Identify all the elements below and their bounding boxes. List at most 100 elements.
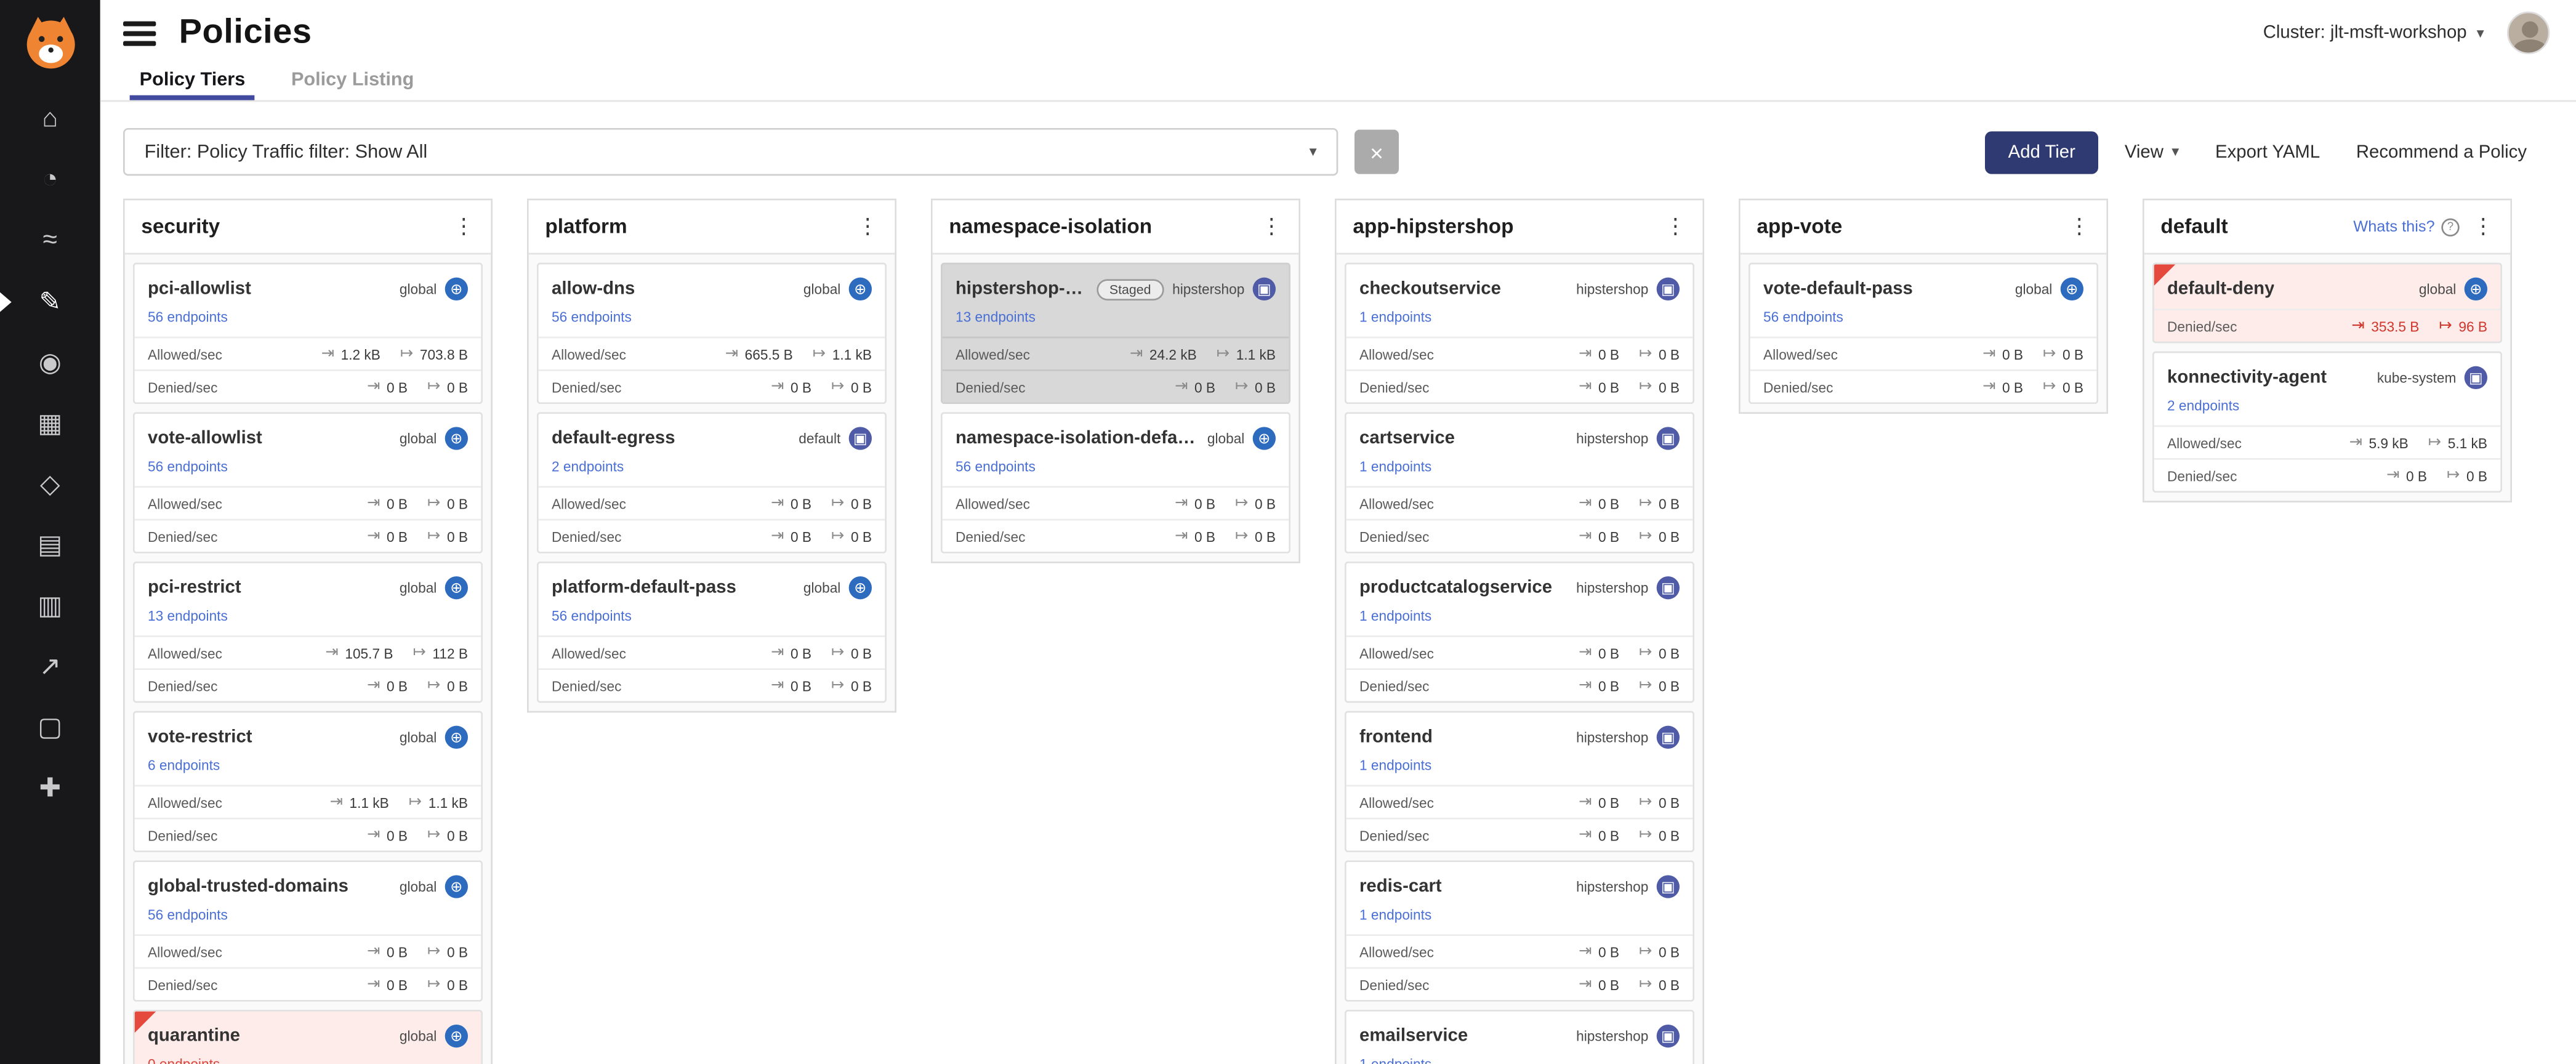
endpoints-link[interactable]: 56 endpoints (1750, 308, 1857, 336)
metric-row-allowed-sec: Allowed/sec⇥1.2 kB↦703.8 B (135, 337, 481, 369)
whats-this-link[interactable]: Whats this?? (2353, 217, 2459, 235)
policy-card-checkoutservice[interactable]: checkoutservicehipstershop▣1 endpointsAl… (1345, 263, 1694, 404)
add-tier-button[interactable]: Add Tier (1985, 131, 2098, 173)
sidebar-item-trends[interactable]: ↗ (0, 635, 100, 696)
policy-card-vote-restrict[interactable]: vote-restrictglobal⊕6 endpointsAllowed/s… (133, 711, 483, 852)
endpoints-link[interactable]: 56 endpoints (135, 308, 241, 336)
egress-value: 0 B (447, 976, 468, 993)
app-logo[interactable] (20, 13, 79, 72)
policy-name: namespace-isolation-default-p... (956, 429, 1201, 448)
sidebar-item-storage[interactable]: ▢ (0, 696, 100, 757)
metric-row-allowed-sec: Allowed/sec⇥0 B↦0 B (1346, 337, 1693, 369)
policy-card-quarantine[interactable]: quarantineglobal⊕0 endpoints (133, 1010, 483, 1064)
metric-row-allowed-sec: Allowed/sec⇥1.1 kB↦1.1 kB (135, 785, 481, 818)
sidebar-item-service-graph[interactable]: ◉ (0, 332, 100, 393)
recommend-policy-button[interactable]: Recommend a Policy (2346, 132, 2537, 172)
namespace-scope-icon: ▣ (1657, 875, 1680, 898)
menu-icon[interactable] (123, 20, 156, 45)
policy-card-productcatalogservice[interactable]: productcatalogservicehipstershop▣1 endpo… (1345, 562, 1694, 703)
policy-card-vote-allowlist[interactable]: vote-allowlistglobal⊕56 endpointsAllowed… (133, 412, 483, 553)
policy-card-default-egress[interactable]: default-egressdefault▣2 endpointsAllowed… (537, 412, 887, 553)
metric-label: Allowed/sec (1359, 345, 1434, 362)
ingress-value: 0 B (1598, 495, 1619, 512)
policy-card-vote-default-pass[interactable]: vote-default-passglobal⊕56 endpointsAllo… (1749, 263, 2098, 404)
policy-card-namespace-isolation-default-p[interactable]: namespace-isolation-default-p...global⊕5… (941, 412, 1290, 553)
policy-card-konnectivity-agent[interactable]: konnectivity-agentkube-system▣2 endpoint… (2152, 352, 2502, 493)
policy-name: quarantine (148, 1026, 240, 1046)
policy-card-pci-allowlist[interactable]: pci-allowlistglobal⊕56 endpointsAllowed/… (133, 263, 483, 404)
policy-card-header: hipstershop-gh...Stagedhipstershop▣ (943, 264, 1289, 308)
tier-menu-button[interactable]: ⋮ (2062, 214, 2096, 240)
tab-policy-tiers[interactable]: Policy Tiers (123, 59, 262, 100)
policy-card-default-deny[interactable]: default-denyglobal⊕Denied/sec⇥353.5 B↦96… (2152, 263, 2502, 344)
egress-value: 0 B (851, 495, 872, 512)
namespace-scope-icon: ▣ (1657, 726, 1680, 749)
chevron-down-icon: ▾ (2171, 143, 2179, 161)
policy-card-hipstershop-gh[interactable]: hipstershop-gh...Stagedhipstershop▣13 en… (941, 263, 1290, 404)
clear-filter-button[interactable]: × (1354, 130, 1399, 174)
sidebar-item-threat-defense[interactable]: ✚ (0, 757, 100, 818)
sidebar-item-reports[interactable]: ▥ (0, 574, 100, 635)
ingress-value: 0 B (791, 528, 811, 544)
policy-card-header: vote-allowlistglobal⊕ (135, 414, 481, 458)
endpoints-link[interactable]: 1 endpoints (1346, 458, 1445, 486)
egress-icon: ↦ (1639, 794, 1652, 810)
sidebar-item-policies[interactable]: ✎ (0, 271, 100, 332)
endpoints-link[interactable]: 2 endpoints (539, 458, 637, 486)
endpoints-link[interactable]: 0 endpoints (135, 1056, 233, 1064)
tab-policy-listing[interactable]: Policy Listing (275, 59, 430, 100)
endpoints-link[interactable]: 56 endpoints (135, 906, 241, 934)
endpoints-link[interactable]: 1 endpoints (1346, 308, 1445, 336)
endpoints-link[interactable]: 56 endpoints (135, 458, 241, 486)
tier-header: app-hipstershop⋮ (1337, 200, 1703, 254)
cluster-selector[interactable]: Cluster: jlt-msft-workshop ▾ (2263, 23, 2484, 42)
egress-value: 0 B (1659, 645, 1680, 661)
policy-card-pci-restrict[interactable]: pci-restrictglobal⊕13 endpointsAllowed/s… (133, 562, 483, 703)
policy-card-frontend[interactable]: frontendhipstershop▣1 endpointsAllowed/s… (1345, 711, 1694, 852)
ingress-value: 0 B (2406, 467, 2427, 484)
egress-value: 1.1 kB (1236, 345, 1276, 362)
export-yaml-button[interactable]: Export YAML (2205, 132, 2330, 172)
endpoints-link[interactable]: 1 endpoints (1346, 757, 1445, 784)
traffic-filter-select[interactable]: Filter: Policy Traffic filter: Show All … (123, 128, 1338, 175)
sidebar-item-dashboard[interactable]: ◔ (0, 150, 100, 211)
endpoints-link[interactable]: 2 endpoints (2154, 397, 2253, 425)
endpoints-link[interactable]: 56 endpoints (539, 608, 645, 635)
endpoints-link[interactable]: 13 endpoints (943, 308, 1049, 336)
sidebar-item-endpoints[interactable]: ◇ (0, 453, 100, 514)
endpoints-link[interactable]: 1 endpoints (1346, 608, 1445, 635)
tier-menu-button[interactable]: ⋮ (2466, 214, 2500, 240)
ingress-value: 0 B (1194, 495, 1215, 512)
policy-card-cartservice[interactable]: cartservicehipstershop▣1 endpointsAllowe… (1345, 412, 1694, 553)
endpoints-link[interactable]: 6 endpoints (135, 757, 233, 784)
policy-card-allow-dns[interactable]: allow-dnsglobal⊕56 endpointsAllowed/sec⇥… (537, 263, 887, 404)
metric-values: ⇥0 B↦0 B (367, 976, 468, 993)
policy-card-emailservice[interactable]: emailservicehipstershop▣1 endpointsAllow… (1345, 1010, 1694, 1064)
tier-menu-button[interactable]: ⋮ (1658, 214, 1693, 240)
metric-row-denied-sec: Denied/sec⇥0 B↦0 B (1346, 519, 1693, 552)
sidebar-item-compliance[interactable]: ▤ (0, 514, 100, 575)
metric-row-allowed-sec: Allowed/sec⇥0 B↦0 B (539, 486, 885, 518)
sidebar-item-flow-visualizations[interactable]: ≈ (0, 210, 100, 271)
tier-menu-button[interactable]: ⋮ (850, 214, 885, 240)
sidebar-item-tiers[interactable]: ▦ (0, 392, 100, 453)
endpoints-link[interactable]: 1 endpoints (1346, 906, 1445, 934)
chevron-down-icon: ▾ (2477, 24, 2484, 42)
policy-card-redis-cart[interactable]: redis-carthipstershop▣1 endpointsAllowed… (1345, 860, 1694, 1001)
sidebar-item-home[interactable]: ⌂ (0, 89, 100, 150)
policy-card-global-trusted-domains[interactable]: global-trusted-domainsglobal⊕56 endpoint… (133, 860, 483, 1001)
endpoints-link[interactable]: 1 endpoints (1346, 1056, 1445, 1064)
metric-values: ⇥0 B↦0 B (1579, 645, 1680, 661)
endpoints-link[interactable]: 56 endpoints (539, 308, 645, 336)
tier-menu-button[interactable]: ⋮ (446, 214, 481, 240)
endpoints-link[interactable]: 13 endpoints (135, 608, 241, 635)
scope-label: hipstershop (1576, 1028, 1648, 1044)
endpoints-link[interactable]: 56 endpoints (943, 458, 1049, 486)
tier-menu-button[interactable]: ⋮ (1254, 214, 1289, 240)
avatar[interactable] (2507, 12, 2550, 54)
policy-card-header: vote-restrictglobal⊕ (135, 712, 481, 757)
view-button[interactable]: View ▾ (2115, 132, 2189, 172)
policy-card-header: global-trusted-domainsglobal⊕ (135, 862, 481, 906)
egress-value: 0 B (447, 495, 468, 512)
policy-card-platform-default-pass[interactable]: platform-default-passglobal⊕56 endpoints… (537, 562, 887, 703)
